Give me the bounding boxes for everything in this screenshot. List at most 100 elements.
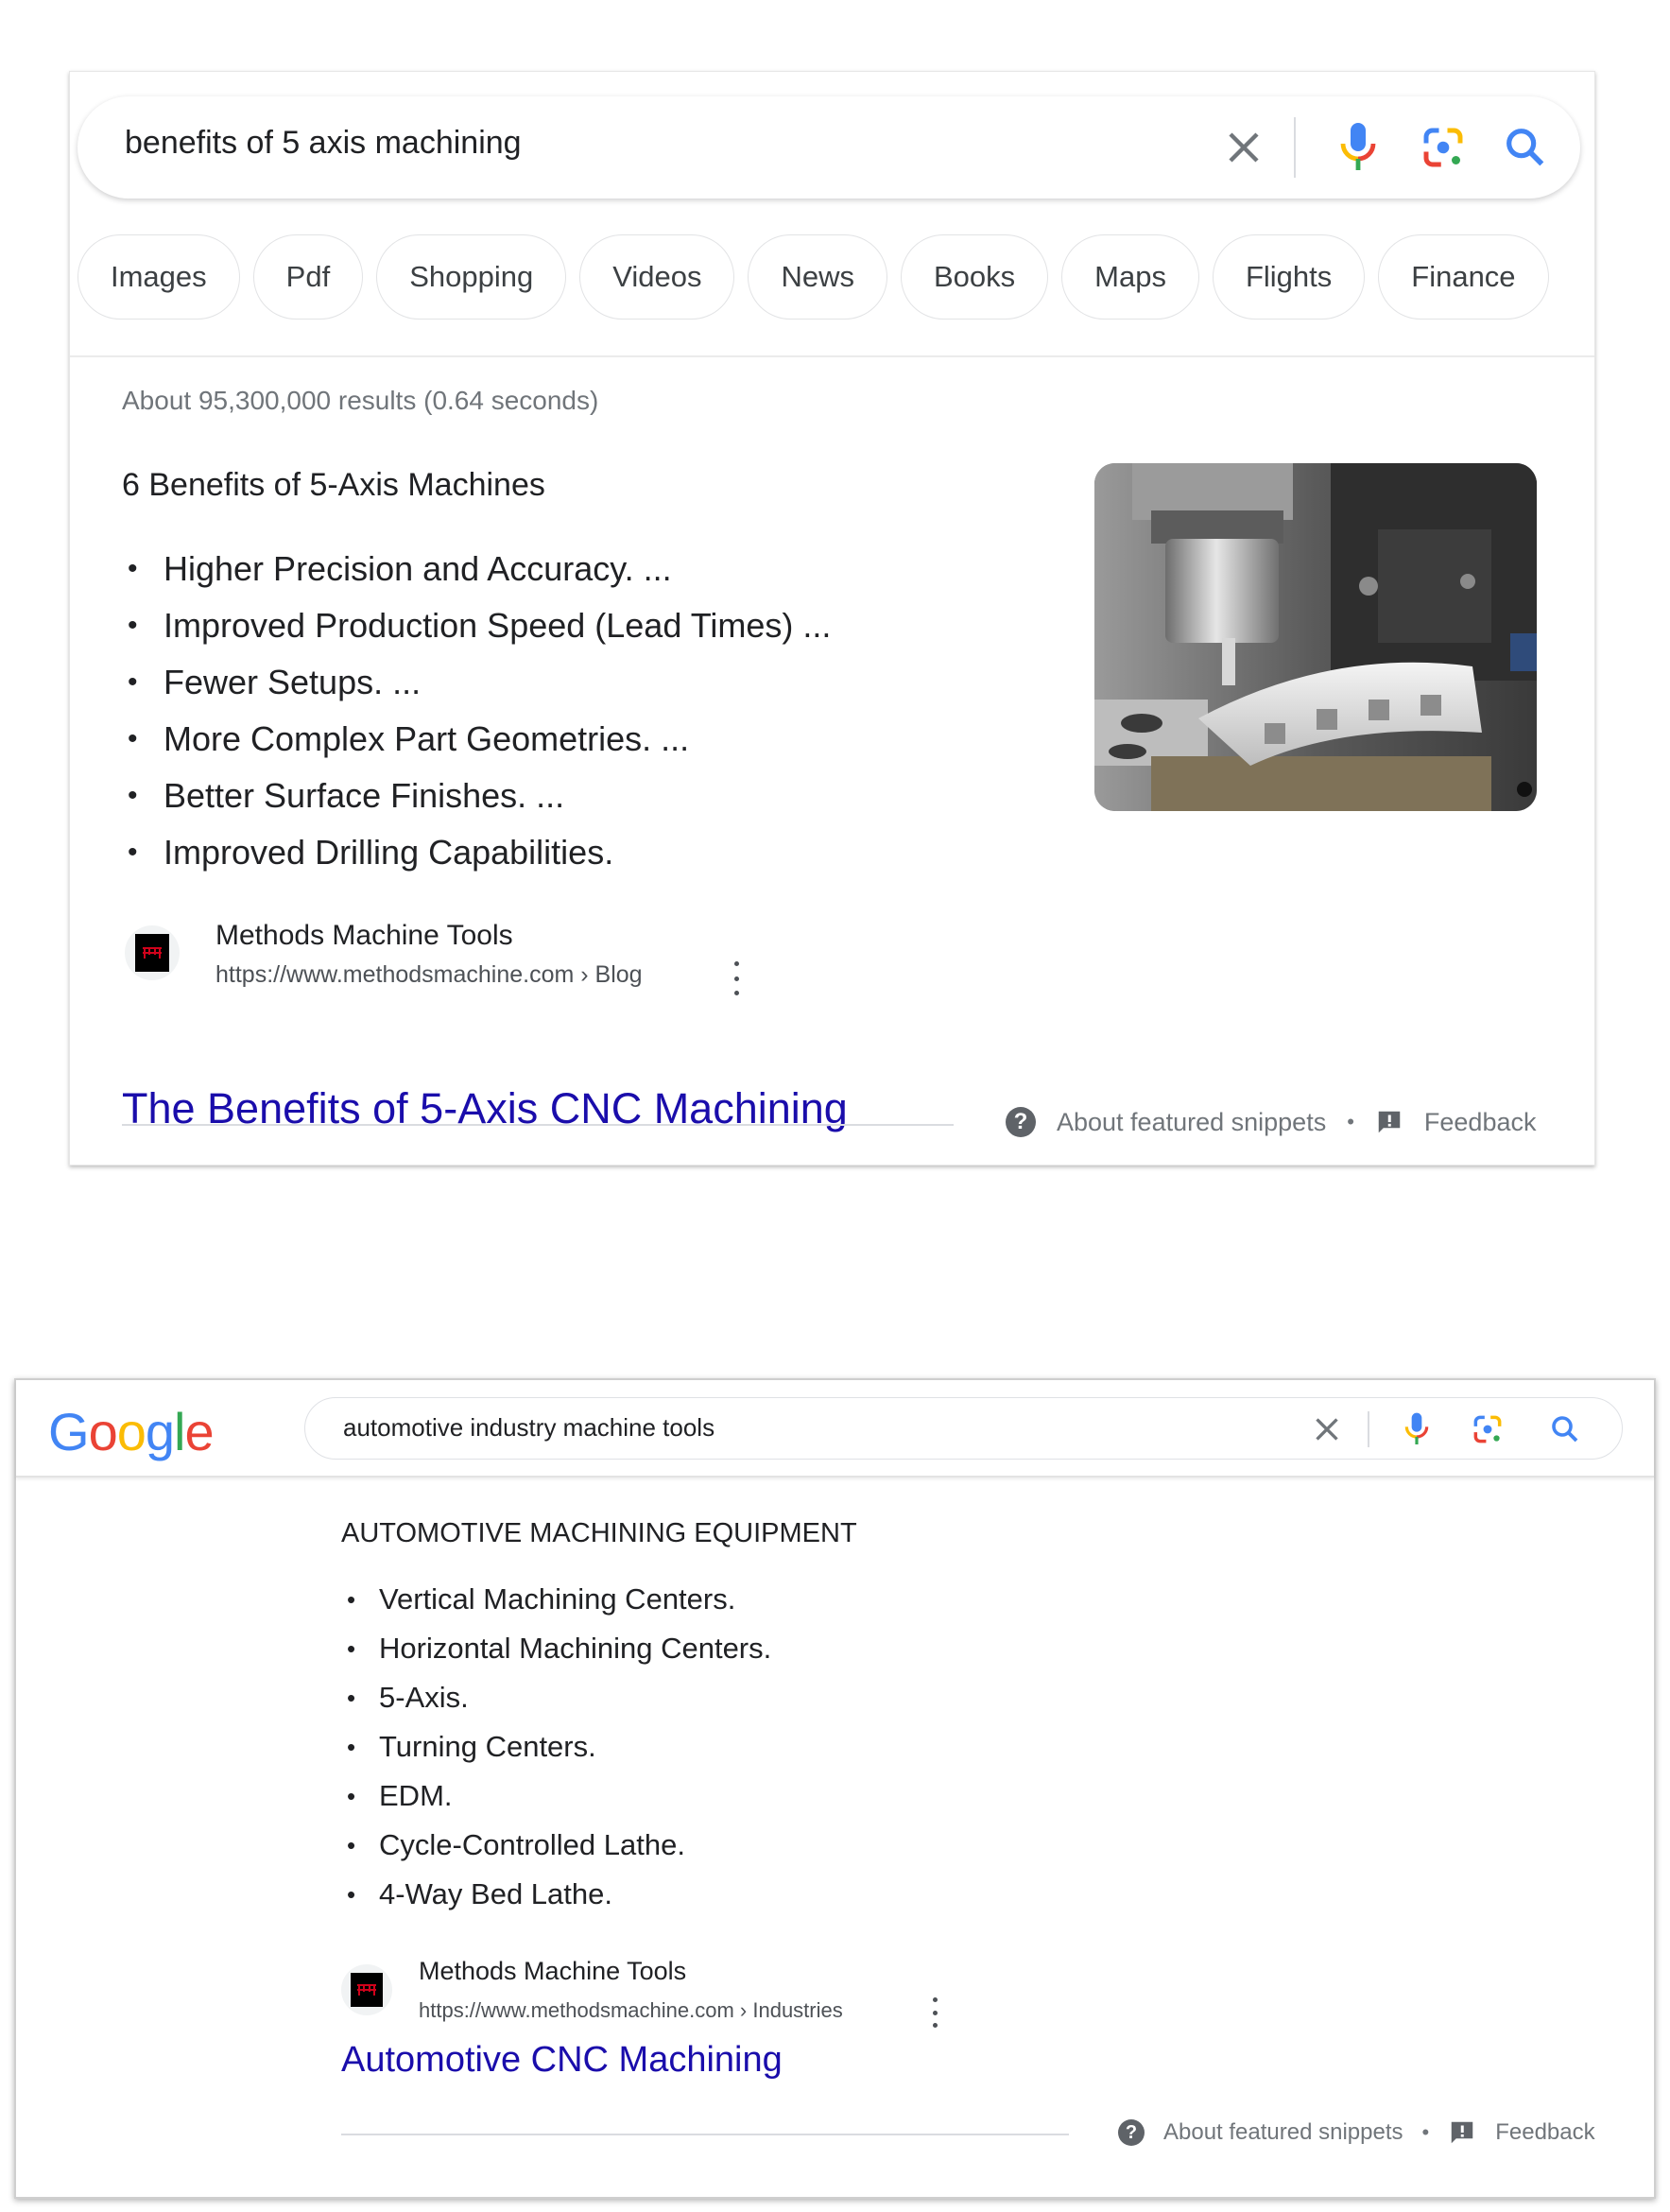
list-item-text: 4-Way Bed Lathe. xyxy=(379,1877,612,1910)
bullet: • xyxy=(128,553,138,584)
list-item-text: 5-Axis. xyxy=(379,1681,469,1714)
about-featured-snippets-link[interactable]: About featured snippets xyxy=(1163,2119,1403,2146)
result-title-link[interactable]: Automotive CNC Machining xyxy=(341,2040,783,2081)
search-results-card-1: benefits of 5 axis machining Images Pdf … xyxy=(69,71,1595,1166)
methods-logo-icon xyxy=(143,947,162,959)
search-filter-chips: Images Pdf Shopping Videos News Books Ma… xyxy=(77,234,1549,320)
chip-videos[interactable]: Videos xyxy=(579,234,735,320)
list-item: • Vertical Machining Centers. xyxy=(341,1575,771,1624)
google-logo[interactable]: Google xyxy=(48,1401,215,1462)
bullet: • xyxy=(128,666,138,698)
clear-icon[interactable] xyxy=(1221,125,1266,170)
list-item: • Cycle-Controlled Lathe. xyxy=(341,1821,771,1870)
site-favicon xyxy=(341,1964,392,2015)
list-item: • Horizontal Machining Centers. xyxy=(341,1624,771,1673)
list-item-text: Improved Drilling Capabilities. xyxy=(164,833,614,872)
separator: • xyxy=(1347,1110,1354,1133)
bullet: • xyxy=(128,837,138,868)
list-item-text: Turning Centers. xyxy=(379,1730,596,1763)
help-icon: ? xyxy=(1118,2119,1145,2146)
list-item-text: Fewer Setups. ... xyxy=(164,663,422,701)
chip-maps[interactable]: Maps xyxy=(1061,234,1199,320)
snippet-footer: ? About featured snippets • Feedback xyxy=(341,2115,1645,2152)
list-item: • 5-Axis. xyxy=(341,1673,771,1722)
result-source[interactable]: Methods Machine Tools https://www.method… xyxy=(125,920,881,995)
search-bar-divider xyxy=(1368,1411,1369,1447)
list-item-text: Better Surface Finishes. ... xyxy=(164,776,565,815)
separator: • xyxy=(1421,2120,1430,2144)
voice-search-icon[interactable] xyxy=(1402,1409,1432,1449)
list-item-text: Horizontal Machining Centers. xyxy=(379,1632,772,1665)
feedback-icon xyxy=(1451,2121,1473,2144)
list-item: • Improved Production Speed (Lead Times) … xyxy=(122,597,831,654)
featured-snippet-heading: 6 Benefits of 5-Axis Machines xyxy=(122,467,545,503)
logo-letter: l xyxy=(174,1402,185,1461)
list-item-text: Higher Precision and Accuracy. ... xyxy=(164,549,672,588)
search-input[interactable]: automotive industry machine tools xyxy=(343,1413,714,1443)
clear-icon[interactable] xyxy=(1310,1412,1344,1446)
snippet-footer: ? About featured snippets • Feedback xyxy=(122,1105,1540,1143)
search-results-card-2: Google automotive industry machine tools xyxy=(14,1378,1656,2199)
footer-divider xyxy=(122,1124,954,1126)
snippet-thumbnail-image[interactable] xyxy=(1094,463,1537,811)
chip-books[interactable]: Books xyxy=(900,234,1049,320)
site-name: Methods Machine Tools xyxy=(419,1957,687,1985)
more-options-icon[interactable] xyxy=(929,1997,940,2028)
logo-letter: G xyxy=(48,1402,90,1461)
list-item-text: Cycle-Controlled Lathe. xyxy=(379,1828,685,1861)
feedback-icon xyxy=(1378,1111,1401,1133)
logo-letter: o xyxy=(88,1402,118,1461)
bullet: • xyxy=(347,1584,356,1614)
more-options-icon[interactable] xyxy=(731,961,742,995)
site-favicon xyxy=(125,925,180,980)
header-divider xyxy=(70,355,1594,357)
lens-icon[interactable] xyxy=(1418,122,1469,173)
site-name: Methods Machine Tools xyxy=(215,920,513,951)
results-count: About 95,300,000 results (0.64 seconds) xyxy=(122,386,599,415)
list-item: • More Complex Part Geometries. ... xyxy=(122,711,831,768)
list-item: • Fewer Setups. ... xyxy=(122,654,831,711)
url-domain: https://www.methodsmachine.com xyxy=(215,961,575,988)
site-url: https://www.methodsmachine.com › Industr… xyxy=(419,1998,843,2023)
footer-links: ? About featured snippets • Feedback xyxy=(1006,1107,1536,1137)
bullet: • xyxy=(347,1781,356,1810)
site-url: https://www.methodsmachine.com › Blog xyxy=(215,961,643,989)
bullet: • xyxy=(347,1879,356,1909)
chip-shopping[interactable]: Shopping xyxy=(376,234,567,320)
bullet: • xyxy=(347,1732,356,1761)
featured-snippet-list: • Vertical Machining Centers. • Horizontal… xyxy=(341,1575,771,1919)
list-item-text: EDM. xyxy=(379,1779,453,1812)
chip-finance[interactable]: Finance xyxy=(1378,234,1549,320)
list-item-text: Improved Production Speed (Lead Times) .… xyxy=(164,606,832,645)
list-item: • EDM. xyxy=(341,1771,771,1821)
featured-snippet-heading: AUTOMOTIVE MACHINING EQUIPMENT xyxy=(341,1518,857,1548)
bullet: • xyxy=(128,610,138,641)
about-featured-snippets-link[interactable]: About featured snippets xyxy=(1057,1108,1326,1137)
chip-pdf[interactable]: Pdf xyxy=(252,234,364,320)
search-bar[interactable]: benefits of 5 axis machining xyxy=(77,96,1580,199)
list-item: • Improved Drilling Capabilities. xyxy=(122,824,831,881)
feedback-link[interactable]: Feedback xyxy=(1495,2119,1594,2146)
result-source[interactable]: Methods Machine Tools https://www.method… xyxy=(341,1957,1097,2032)
list-item: • 4-Way Bed Lathe. xyxy=(341,1870,771,1919)
list-item: • Turning Centers. xyxy=(341,1722,771,1771)
chip-flights[interactable]: Flights xyxy=(1212,234,1366,320)
feedback-link[interactable]: Feedback xyxy=(1424,1108,1537,1137)
search-icon[interactable] xyxy=(1501,123,1550,172)
search-header: Google automotive industry machine tools xyxy=(16,1380,1654,1478)
bullet: • xyxy=(347,1830,356,1859)
logo-letter: o xyxy=(116,1402,146,1461)
search-icon[interactable] xyxy=(1548,1412,1582,1446)
search-bar-divider xyxy=(1294,117,1296,178)
logo-letter: e xyxy=(184,1402,214,1461)
search-input[interactable]: benefits of 5 axis machining xyxy=(125,125,522,162)
lens-icon[interactable] xyxy=(1470,1411,1506,1447)
bullet: • xyxy=(347,1633,356,1663)
chip-images[interactable]: Images xyxy=(77,234,240,320)
voice-search-icon[interactable] xyxy=(1334,119,1382,176)
bullet: • xyxy=(347,1683,356,1712)
bullet: • xyxy=(128,723,138,754)
footer-divider xyxy=(341,2134,1069,2135)
chip-news[interactable]: News xyxy=(748,234,887,320)
search-bar[interactable]: automotive industry machine tools xyxy=(304,1397,1623,1460)
